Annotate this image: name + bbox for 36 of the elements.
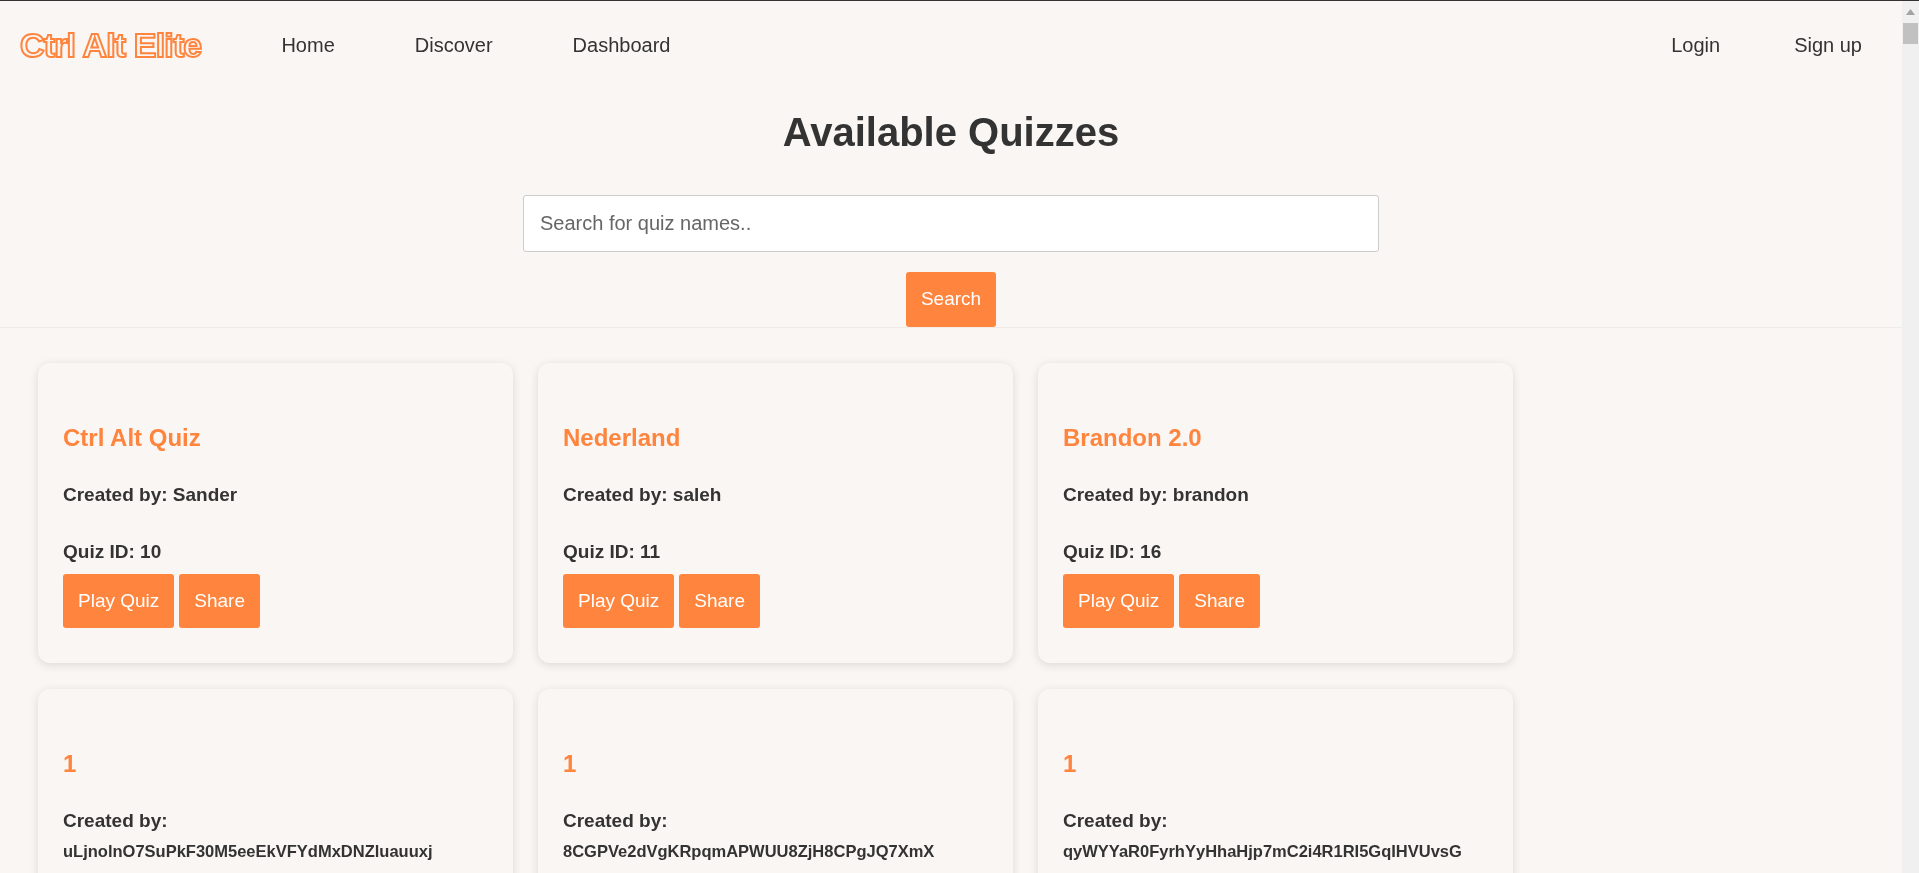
creator-name: qyWYYaR0FyrhYyHhaHjp7mC2i4R1RI5GqIHVUvsG [1063, 841, 1462, 862]
creator-label: Created by: [63, 809, 169, 833]
creator-name: uLjnolnO7SuPkF30M5eeEkVFYdMxDNZluauuxj [63, 841, 433, 862]
nav-link[interactable]: Home [281, 30, 335, 60]
quiz-title: Nederland [563, 423, 682, 453]
quiz-title: 1 [563, 749, 578, 779]
logo[interactable]: Ctrl Alt Elite [20, 19, 202, 71]
quiz-title: 1 [63, 749, 78, 779]
nav-link[interactable]: Dashboard [572, 30, 671, 60]
quiz-id: Quiz ID: 16 [1063, 540, 1163, 564]
nav-link[interactable]: Discover [414, 30, 493, 60]
play-quiz-button[interactable]: Play Quiz [63, 574, 175, 628]
nav-link[interactable]: Sign up [1794, 30, 1862, 60]
share-button[interactable]: Share [679, 574, 760, 628]
creator-label: Created by: [563, 809, 669, 833]
play-quiz-button[interactable]: Play Quiz [563, 574, 675, 628]
scrollbar-thumb[interactable] [1903, 23, 1918, 44]
scroll-up-icon[interactable] [1906, 9, 1915, 15]
quiz-id: Quiz ID: 11 [563, 540, 662, 564]
search-button[interactable]: Search [905, 272, 997, 327]
quiz-id: Quiz ID: 10 [63, 540, 163, 564]
creator-name: 8CGPVe2dVgKRpqmAPWUU8ZjH8CPgJQ7XmX [563, 841, 935, 862]
quiz-title: Ctrl Alt Quiz [63, 423, 202, 453]
share-button[interactable]: Share [179, 574, 260, 628]
play-quiz-button[interactable]: Play Quiz [1063, 574, 1175, 628]
scrollbar[interactable] [1902, 1, 1919, 873]
creator-label: Created by: [1063, 809, 1169, 833]
creator-text: Created by: brandon [1063, 483, 1250, 507]
nav-link[interactable]: Login [1671, 30, 1721, 60]
quiz-title: Brandon 2.0 [1063, 423, 1203, 453]
creator-text: Created by: Sander [63, 483, 239, 507]
creator-text: Created by: saleh [563, 483, 723, 507]
quiz-title: 1 [1063, 749, 1078, 779]
search-field[interactable]: Search for quiz names.. [523, 195, 1379, 252]
page-title: Available Quizzes [781, 109, 1121, 156]
share-button[interactable]: Share [1179, 574, 1260, 628]
